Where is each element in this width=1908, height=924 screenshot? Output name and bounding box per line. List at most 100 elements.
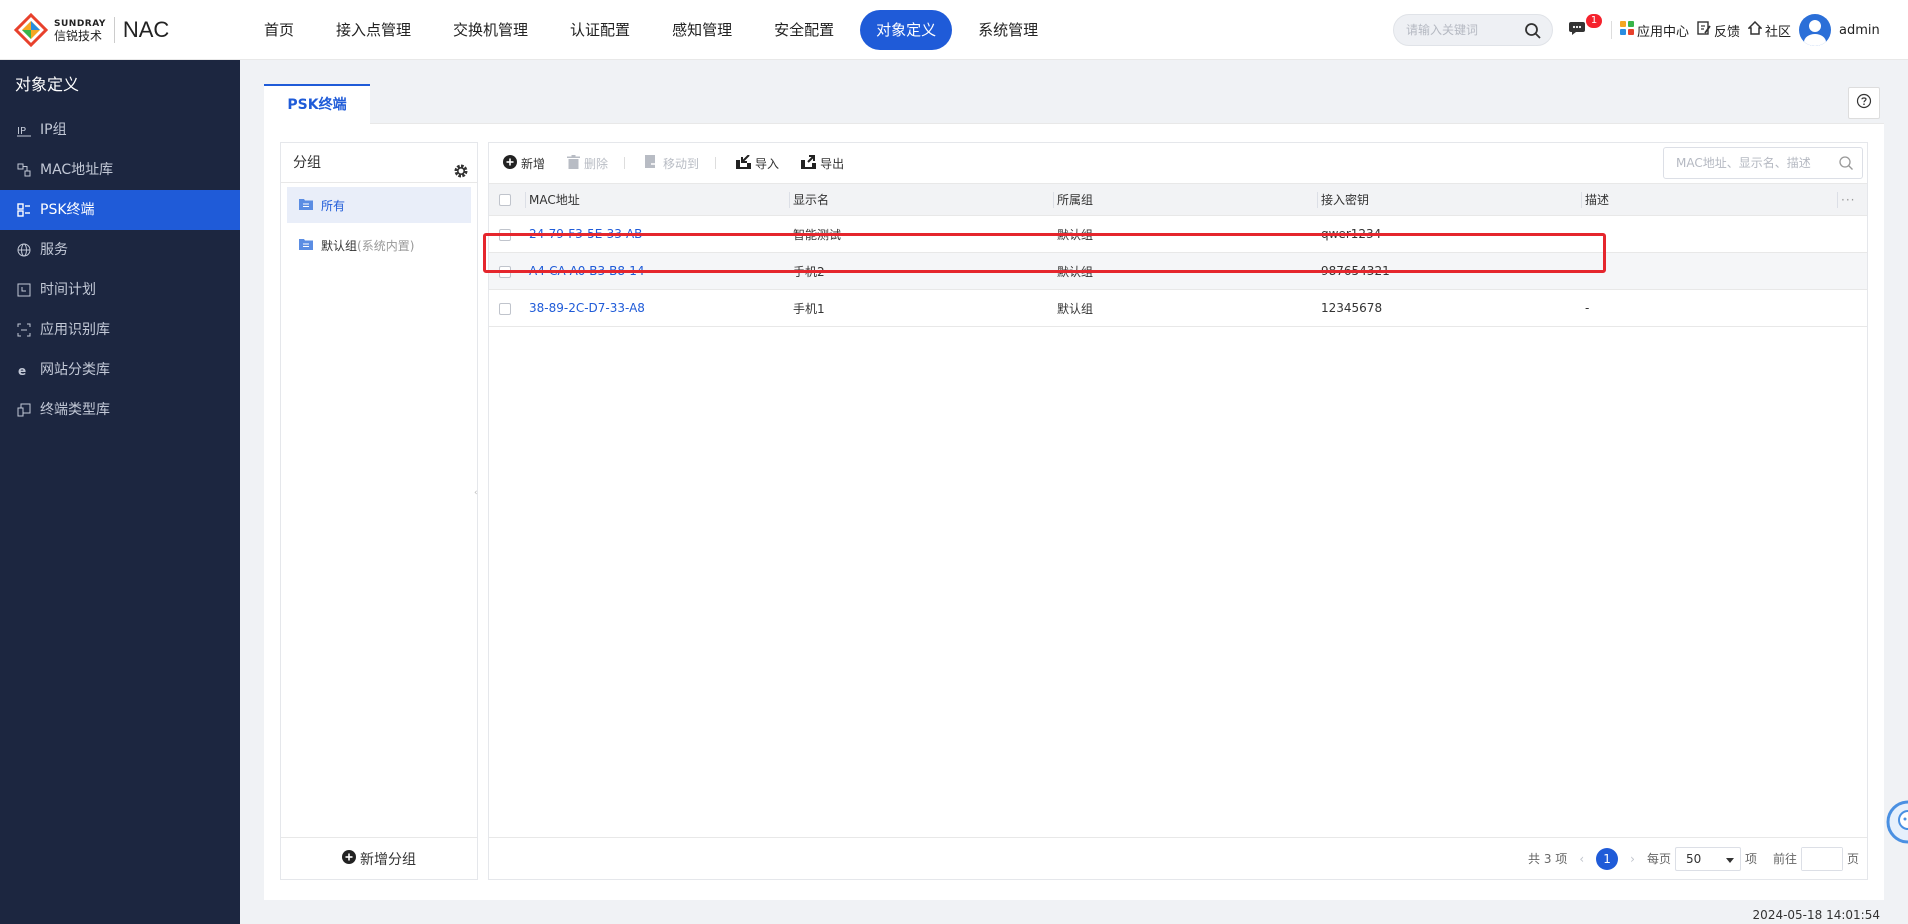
nav-access-point[interactable]: 接入点管理 xyxy=(320,10,427,50)
pagination: 共 3 项 ‹ 1 › 每页 50 项 前往 页 xyxy=(489,837,1867,879)
tab-bar: PSK终端 xyxy=(264,84,1884,125)
caret-down-icon xyxy=(1725,852,1734,866)
row-checkbox-cell xyxy=(489,215,525,253)
device-icon xyxy=(16,402,32,418)
mac-link[interactable]: 24-79-F3-5E-33-AB xyxy=(529,227,642,241)
table-row[interactable]: A4-CA-A0-B3-B8-14 手机2 默认组 987654321 - xyxy=(489,252,1867,290)
sidebar-item-mac-library[interactable]: MAC地址库 xyxy=(0,150,240,190)
tab-psk-terminal[interactable]: PSK终端 xyxy=(264,84,370,125)
mac-link[interactable]: A4-CA-A0-B3-B8-14 xyxy=(529,264,645,278)
add-button[interactable]: 新增 xyxy=(503,154,546,172)
sidebar-item-app-library[interactable]: 应用识别库 xyxy=(0,310,240,350)
psk-terminal-table: MAC地址 显示名 所属组 接入密钥 描述 ··· 24-79-F3-5E-33… xyxy=(489,183,1867,327)
global-search-input[interactable] xyxy=(1406,15,1524,45)
table-search xyxy=(1663,147,1863,179)
sidebar-item-device-type[interactable]: 终端类型库 xyxy=(0,390,240,430)
calendar-icon xyxy=(16,282,32,298)
description-cell: - xyxy=(1581,252,1837,290)
home-icon xyxy=(1747,20,1765,39)
svg-text:e: e xyxy=(18,364,26,377)
help-icon xyxy=(1856,93,1872,113)
per-page-select[interactable]: 50 xyxy=(1674,846,1741,871)
export-button[interactable]: 导出 xyxy=(801,154,844,172)
message-button[interactable]: 1 xyxy=(1568,14,1602,40)
display-name-cell: 手机2 xyxy=(789,252,1053,290)
group-cell: 默认组 xyxy=(1053,215,1317,253)
table-row[interactable]: 38-89-2C-D7-33-A8 手机1 默认组 12345678 - xyxy=(489,289,1867,327)
per-page-unit: 项 xyxy=(1744,852,1757,866)
sidebar-item-ip-group[interactable]: IP IP组 xyxy=(0,110,240,150)
group-item-all[interactable]: 所有 xyxy=(287,187,471,223)
nav-system[interactable]: 系统管理 xyxy=(962,10,1054,50)
sidebar-item-web-category[interactable]: e 网站分类库 xyxy=(0,350,240,390)
add-button-label: 新增 xyxy=(521,156,546,171)
group-item-default[interactable]: 默认组 (系统内置) xyxy=(287,227,471,263)
product-name: NAC xyxy=(122,17,170,42)
group-panel-title: 分组 xyxy=(293,155,321,171)
nav-security[interactable]: 安全配置 xyxy=(758,10,850,50)
column-header-access-key[interactable]: 接入密钥 xyxy=(1317,183,1581,216)
sidebar-item-label: 服务 xyxy=(40,242,68,258)
user-menu[interactable]: admin xyxy=(1799,14,1880,46)
group-item-label: 所有 xyxy=(321,198,346,213)
next-page-icon[interactable]: › xyxy=(1630,852,1635,866)
feedback-button[interactable]: 反馈 xyxy=(1697,21,1740,40)
nav-object-definition[interactable]: 对象定义 xyxy=(860,10,953,50)
prev-page-icon[interactable]: ‹ xyxy=(1579,852,1584,866)
globe-icon xyxy=(16,242,32,258)
brand-logo[interactable]: SUNDRAY 信锐技术 NAC xyxy=(13,12,170,48)
goto-page-input[interactable] xyxy=(1801,847,1842,870)
column-header-description[interactable]: 描述 xyxy=(1581,183,1837,216)
import-button[interactable]: 导入 xyxy=(736,153,779,172)
row-checkbox[interactable] xyxy=(499,302,511,315)
plus-circle-icon xyxy=(342,849,360,868)
group-item-label: 默认组 xyxy=(321,238,358,253)
description-cell: - xyxy=(1581,215,1837,253)
sidebar-item-label: PSK终端 xyxy=(40,202,95,218)
column-header-display-name[interactable]: 显示名 xyxy=(789,183,1053,216)
add-group-button[interactable]: 新增分组 xyxy=(281,837,477,879)
global-search xyxy=(1393,14,1553,46)
mac-link[interactable]: 38-89-2C-D7-33-A8 xyxy=(529,301,645,315)
sidebar-item-psk-terminal[interactable]: PSK终端 xyxy=(0,190,240,230)
folder-icon xyxy=(299,198,313,213)
column-header-mac[interactable]: MAC地址 xyxy=(525,183,789,216)
description-cell: - xyxy=(1581,289,1837,327)
nav-auth-config[interactable]: 认证配置 xyxy=(554,10,646,50)
search-icon[interactable] xyxy=(1524,22,1542,44)
select-all-checkbox[interactable] xyxy=(499,194,511,206)
brand-name-cn: 信锐技术 xyxy=(54,29,103,43)
sundray-logo-icon xyxy=(13,12,49,48)
move-to-button[interactable]: 移动到 xyxy=(645,154,699,172)
sidebar-item-service[interactable]: 服务 xyxy=(0,230,240,270)
row-checkbox[interactable] xyxy=(499,265,511,278)
mac-icon xyxy=(16,162,32,178)
table-search-input[interactable] xyxy=(1676,148,1836,178)
nav-perception[interactable]: 感知管理 xyxy=(656,10,748,50)
nav-switch[interactable]: 交换机管理 xyxy=(437,10,544,50)
sidebar-item-schedule[interactable]: 时间计划 xyxy=(0,270,240,310)
sidebar-item-label: 终端类型库 xyxy=(40,402,110,418)
sidebar-title: 对象定义 xyxy=(15,75,80,94)
delete-button[interactable]: 删除 xyxy=(567,154,608,172)
ip-icon: IP xyxy=(16,122,32,138)
column-header-group[interactable]: 所属组 xyxy=(1053,183,1317,216)
app-center-button[interactable]: 应用中心 xyxy=(1620,21,1689,40)
app-center-label: 应用中心 xyxy=(1637,24,1690,40)
help-button[interactable] xyxy=(1848,87,1880,119)
panel-collapse-handle[interactable]: ‹ xyxy=(474,488,482,502)
web-icon: e xyxy=(16,362,32,378)
column-settings-cell: ··· xyxy=(1837,183,1867,216)
top-tools: 1 应用中心 反馈 社区 admin xyxy=(1568,14,1888,46)
row-checkbox[interactable] xyxy=(499,228,511,241)
goto-page-field[interactable] xyxy=(1800,846,1843,871)
more-columns-icon[interactable]: ··· xyxy=(1841,193,1855,207)
search-icon[interactable] xyxy=(1838,155,1854,175)
table-row[interactable]: 24-79-F3-5E-33-AB 智能测试 默认组 qwer1234 - xyxy=(489,215,1867,253)
nav-home[interactable]: 首页 xyxy=(248,10,310,50)
community-button[interactable]: 社区 xyxy=(1747,20,1791,40)
assistant-float-button[interactable] xyxy=(1880,796,1908,848)
avatar xyxy=(1799,14,1832,46)
gear-icon[interactable] xyxy=(453,155,469,195)
page-number-current[interactable]: 1 xyxy=(1596,847,1619,870)
